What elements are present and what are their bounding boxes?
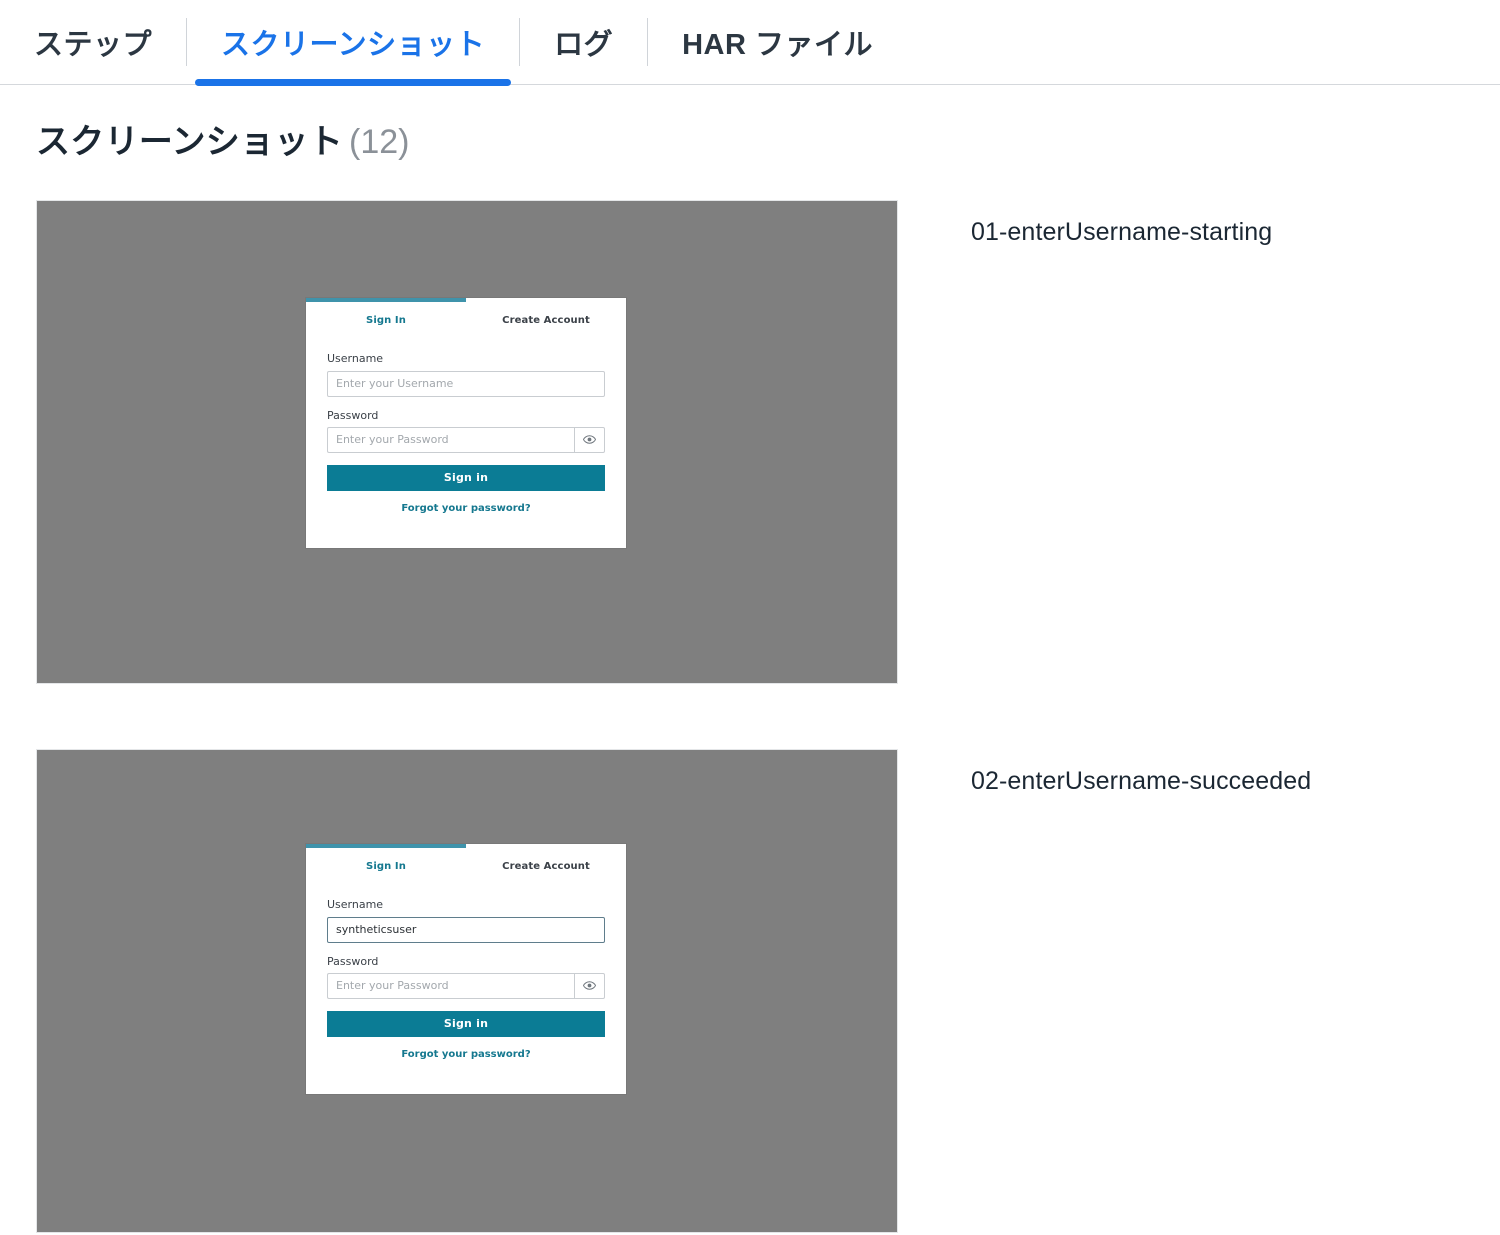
active-tab-indicator [195,78,512,86]
tab-screenshots-label: スクリーンショット [221,29,486,61]
login-card-body: Username syntheticsuser Password Enter y… [306,884,626,1093]
eye-icon[interactable] [574,426,605,453]
screenshot-caption: 02-enterUsername-succeeded [971,767,1312,796]
login-card: Sign In Create Account Username syntheti… [306,844,626,1094]
signin-button[interactable]: Sign in [327,1010,605,1037]
login-card-body: Username Enter your Username Password En… [306,338,626,547]
forgot-password-link[interactable]: Forgot your password? [327,1049,605,1060]
password-input[interactable]: Enter your Password [327,972,574,999]
screenshot-image[interactable]: Sign In Create Account Username syntheti… [36,749,898,1234]
login-tab-signin-label: Sign In [366,314,406,326]
username-input[interactable]: syntheticsuser [327,916,605,943]
page-title: スクリーンショット (12) [0,85,1500,161]
login-tab-signin[interactable]: Sign In [306,302,466,338]
tab-logs[interactable]: ログ [520,0,647,85]
username-label: Username [327,352,384,366]
screenshot-image[interactable]: Sign In Create Account Username Enter yo… [36,200,898,685]
signin-button[interactable]: Sign in [327,464,605,491]
screenshot-list: Sign In Create Account Username Enter yo… [0,200,1500,1234]
screenshot-caption: 01-enterUsername-starting [971,218,1273,247]
screenshot-item: Sign In Create Account Username syntheti… [0,749,1500,1234]
login-tab-create-account-label: Create Account [502,860,590,872]
login-tab-signin[interactable]: Sign In [306,848,466,884]
screenshot-item: Sign In Create Account Username Enter yo… [0,200,1500,685]
forgot-password-link[interactable]: Forgot your password? [327,503,605,514]
password-input[interactable]: Enter your Password [327,426,574,453]
username-label: Username [327,898,384,912]
login-card-tabs: Sign In Create Account [306,298,626,338]
tab-har-file[interactable]: HAR ファイル [648,0,907,85]
password-label: Password [327,408,379,422]
tab-screenshots[interactable]: スクリーンショット [187,0,519,86]
password-label: Password [327,954,379,968]
username-input[interactable]: Enter your Username [327,370,605,397]
login-tab-create-account[interactable]: Create Account [466,302,626,338]
eye-icon[interactable] [574,972,605,999]
results-tabbar: ステップ スクリーンショット ログ HAR ファイル [0,0,1500,86]
screenshot-count: (12) [349,123,410,161]
login-card: Sign In Create Account Username Enter yo… [306,298,626,548]
login-card-tabs: Sign In Create Account [306,844,626,884]
page-title-text: スクリーンショット [36,123,343,161]
tab-logs-label: ログ [554,29,614,61]
login-tab-create-account-label: Create Account [502,314,590,326]
tab-steps[interactable]: ステップ [34,0,186,85]
login-tab-create-account[interactable]: Create Account [466,848,626,884]
tab-steps-label: ステップ [34,29,153,61]
login-tab-signin-label: Sign In [366,860,406,872]
tab-har-file-label: HAR ファイル [682,29,873,61]
password-row: Enter your Password [327,426,605,453]
password-row: Enter your Password [327,972,605,999]
